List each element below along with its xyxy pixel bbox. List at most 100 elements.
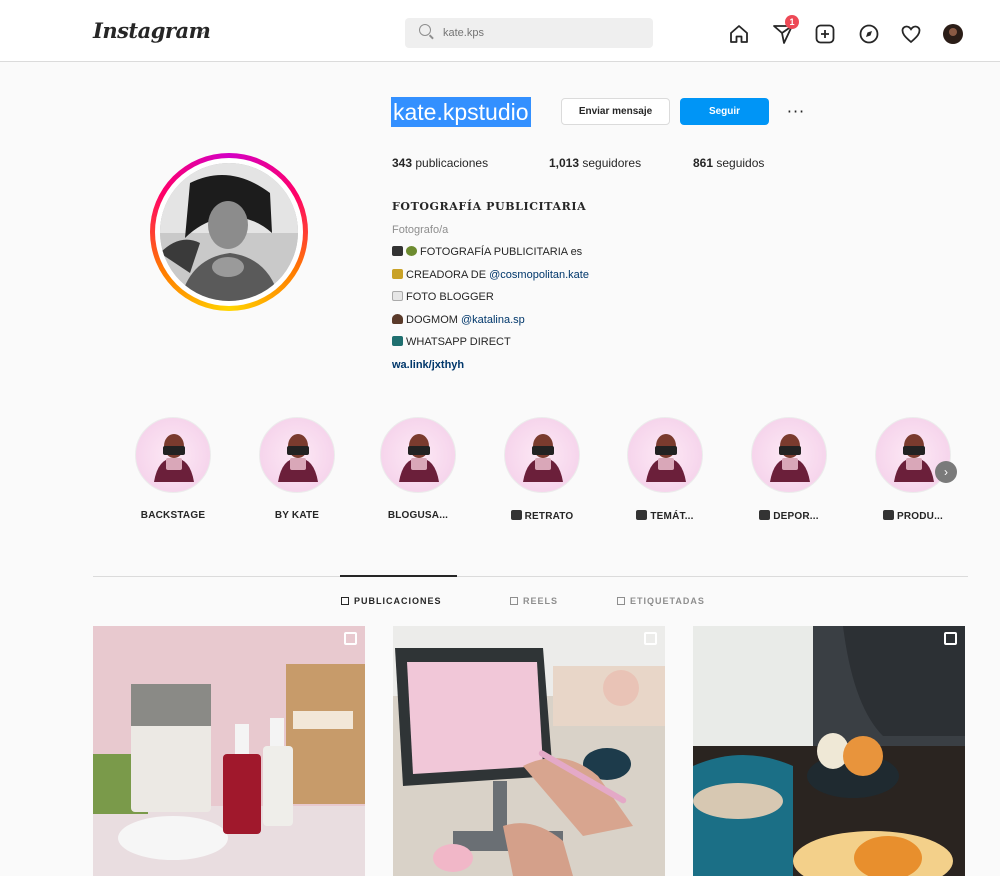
tab-posts-label: PUBLICACIONES bbox=[354, 596, 442, 606]
story-highlight[interactable]: BACKSTAGE bbox=[118, 417, 228, 521]
follow-button[interactable]: Seguir bbox=[680, 98, 769, 125]
bio-line-1: FOTOGRAFÍA PUBLICITARIA es bbox=[420, 246, 583, 258]
bio-line: DOGMOM @katalina.sp bbox=[392, 309, 722, 332]
trophy-emoji-icon bbox=[392, 268, 403, 279]
highlight-label: DEPOR... bbox=[734, 510, 844, 522]
tabs-divider bbox=[93, 576, 968, 577]
photographer-icon bbox=[154, 434, 194, 482]
highlight-cover bbox=[380, 417, 456, 493]
tab-reels[interactable]: REELS bbox=[510, 596, 558, 606]
multiple-photos-icon bbox=[344, 632, 357, 645]
following-count-label: seguidos bbox=[713, 156, 765, 170]
highlight-cover bbox=[135, 417, 211, 493]
highlight-label: TEMÁT... bbox=[610, 510, 720, 522]
mention-link[interactable]: @cosmopolitan.kate bbox=[489, 269, 589, 281]
profile-bio: FOTOGRAFÍA PUBLICITARIA Fotografo/a FOTO… bbox=[392, 196, 722, 376]
bio-line: CREADORA DE @cosmopolitan.kate bbox=[392, 264, 722, 287]
reels-icon bbox=[510, 597, 518, 605]
search-box[interactable] bbox=[405, 18, 653, 48]
story-highlight[interactable]: BLOGUSA... bbox=[363, 417, 473, 521]
profile-avatar-icon[interactable] bbox=[941, 22, 965, 46]
tab-posts[interactable]: PUBLICACIONES bbox=[341, 596, 442, 606]
bio-line-2-text: CREADORA DE bbox=[406, 268, 490, 281]
profile-photo bbox=[160, 163, 298, 301]
bio-line: FOTOGRAFÍA PUBLICITARIA es bbox=[392, 241, 722, 264]
highlight-label-text: TEMÁT... bbox=[650, 511, 694, 522]
multiple-photos-icon bbox=[944, 632, 957, 645]
post-thumbnail[interactable] bbox=[693, 626, 965, 876]
bio-line: FOTO BLOGGER bbox=[392, 286, 722, 309]
story-highlight[interactable]: RETRATO bbox=[487, 417, 597, 522]
following-count-value: 861 bbox=[693, 156, 714, 170]
highlight-cover bbox=[504, 417, 580, 493]
profile-avatar-ring[interactable] bbox=[150, 153, 308, 311]
active-tab-indicator bbox=[340, 575, 457, 577]
bio-line-3: FOTO BLOGGER bbox=[406, 291, 494, 303]
followers-count-value: 1,013 bbox=[549, 156, 580, 170]
profile-username: kate.kpstudio bbox=[391, 97, 531, 127]
photographer-icon bbox=[278, 434, 318, 482]
explore-icon[interactable] bbox=[857, 22, 881, 46]
story-highlight[interactable]: DEPOR... bbox=[734, 417, 844, 522]
photographer-icon bbox=[399, 434, 439, 482]
highlight-label: RETRATO bbox=[487, 510, 597, 522]
post-thumbnail[interactable] bbox=[393, 626, 665, 876]
photographer-icon bbox=[523, 434, 563, 482]
search-input[interactable] bbox=[443, 25, 633, 41]
notification-badge: 1 bbox=[785, 15, 799, 29]
highlight-cover bbox=[875, 417, 951, 493]
dog-emoji-icon bbox=[392, 313, 403, 324]
followers-count-label: seguidores bbox=[579, 156, 642, 170]
tab-reels-label: REELS bbox=[523, 596, 559, 606]
coffee-breakfast-photo bbox=[693, 626, 965, 876]
camera-emoji-icon bbox=[882, 510, 894, 520]
home-icon[interactable] bbox=[727, 22, 751, 46]
camera-emoji-icon bbox=[636, 510, 648, 520]
tablet-drawing-photo bbox=[393, 626, 665, 876]
new-post-icon[interactable] bbox=[813, 22, 837, 46]
tagged-icon bbox=[617, 597, 625, 605]
phone-emoji-icon bbox=[392, 291, 403, 301]
mention-link[interactable]: @katalina.sp bbox=[461, 314, 525, 326]
top-navigation-bar: Instagram ⌄ 1 bbox=[0, 0, 1000, 62]
search-icon bbox=[419, 24, 431, 36]
camera-emoji-icon bbox=[392, 246, 403, 256]
instagram-logo[interactable]: Instagram bbox=[93, 18, 211, 43]
highlight-label: BACKSTAGE bbox=[140, 510, 206, 521]
posts-count-value: 343 bbox=[392, 156, 413, 170]
bio-name: FOTOGRAFÍA PUBLICITARIA bbox=[392, 200, 587, 213]
chevron-right-icon[interactable]: › bbox=[935, 461, 957, 483]
posts-count: 343 publicaciones bbox=[392, 156, 488, 170]
bio-line-4-text: DOGMOM bbox=[406, 313, 461, 326]
camera-emoji-icon bbox=[510, 510, 522, 520]
more-options-button[interactable]: ··· bbox=[783, 100, 809, 122]
grid-icon bbox=[341, 597, 349, 605]
following-count[interactable]: 861 seguidos bbox=[693, 156, 764, 170]
bio-line-5: WHATSAPP DIRECT bbox=[406, 336, 511, 348]
posts-count-label: publicaciones bbox=[412, 156, 489, 170]
bio-line: WHATSAPP DIRECT bbox=[392, 331, 722, 354]
activity-heart-icon[interactable] bbox=[899, 22, 923, 46]
story-highlight[interactable]: BY KATE bbox=[242, 417, 352, 521]
followers-count[interactable]: 1,013 seguidores bbox=[549, 156, 641, 170]
multiple-photos-icon bbox=[644, 632, 657, 645]
photographer-icon bbox=[646, 434, 686, 482]
photographer-icon bbox=[894, 434, 934, 482]
bio-website-link[interactable]: wa.link/jxthyh bbox=[392, 354, 722, 377]
highlight-cover bbox=[259, 417, 335, 493]
send-message-button[interactable]: Enviar mensaje bbox=[561, 98, 670, 125]
tab-tagged[interactable]: ETIQUETADAS bbox=[617, 596, 705, 606]
highlight-cover bbox=[751, 417, 827, 493]
highlight-label-text: DEPOR... bbox=[773, 511, 819, 522]
highlight-label: BLOGUSA... bbox=[387, 510, 449, 521]
story-highlight[interactable]: TEMÁT... bbox=[610, 417, 720, 522]
skincare-products-photo bbox=[93, 626, 365, 876]
chevron-down-icon[interactable]: ⌄ bbox=[198, 24, 207, 37]
highlight-label: BY KATE bbox=[274, 510, 320, 521]
bio-category: Fotografo/a bbox=[392, 223, 449, 236]
post-thumbnail[interactable] bbox=[93, 626, 365, 876]
highlight-label-text: RETRATO bbox=[524, 511, 574, 522]
camera-emoji-icon bbox=[759, 510, 771, 520]
highlight-cover bbox=[627, 417, 703, 493]
mobile-emoji-icon bbox=[392, 336, 403, 346]
